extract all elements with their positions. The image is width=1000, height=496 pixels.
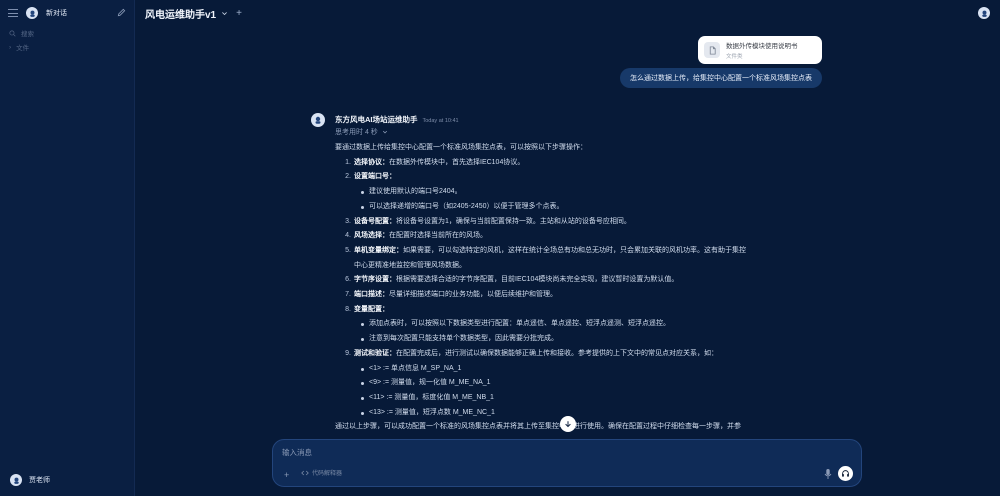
step-title: 风场选择： (354, 232, 389, 240)
new-chat-button[interactable]: 新对话 (46, 8, 109, 18)
step-number: 3. (345, 217, 351, 225)
step-number: 8. (345, 305, 351, 313)
message-timestamp: Today at 10:41 (422, 118, 459, 124)
thinking-toggle[interactable]: 思考用时 4 秒 (335, 127, 388, 137)
code-interpreter-toggle[interactable]: 代码解释器 (301, 468, 342, 477)
user-message: 怎么通过数据上传，给集控中心配置一个标准风场集控点表 (620, 68, 822, 88)
search-icon (9, 29, 16, 37)
step-number: 5. (345, 246, 351, 254)
message-composer: + 代码解释器 (272, 439, 862, 487)
edit-icon[interactable] (117, 8, 126, 19)
answer-intro: 要通过数据上传给集控中心配置一个标准风场集控点表，可以按照以下步骤操作： (335, 144, 587, 151)
step-text: 将设备号设置为1，确保与当前配置保持一致。主站和从站的设备号应相同。 (396, 217, 631, 225)
step-title: 字节序设置： (354, 276, 396, 284)
voice-mode-button[interactable] (838, 466, 853, 481)
step-text: 尽量详细描述端口的业务功能，以便后续维护和管理。 (389, 291, 557, 299)
assistant-name: 东方风电AI场站运维助手 (335, 115, 418, 124)
step-number: 4. (345, 232, 351, 240)
step-item: 1. 选择协议：在数据外传模块中，首先选择IEC104协议。 (335, 156, 825, 171)
step-item: 4. 风场选择：在配置时选择当前所在的风场。 (335, 229, 825, 244)
message-input[interactable] (282, 448, 802, 457)
sidebar-search[interactable]: 搜索 (0, 26, 134, 40)
step-bullet: 可以选择递增的端口号（如2405-2450）以便于管理多个点表。 (335, 200, 825, 215)
add-attachment-button[interactable]: + (284, 470, 289, 480)
step-bullet: 添加点表时，可以按照以下数据类型进行配置：单点遥信、单点遥控、短浮点遥测、短浮点… (335, 317, 825, 332)
steps-list: 1. 选择协议：在数据外传模块中，首先选择IEC104协议。 2. 设置端口号： 建议使… (335, 156, 825, 421)
step-number: 9. (345, 349, 351, 357)
folder-label: 文件 (16, 45, 30, 52)
step-bullet: 注意到每次配置只能支持单个数据类型，因此需要分批完成。 (335, 332, 825, 347)
step-text: 在数据外传模块中，首先选择IEC104协议。 (389, 158, 525, 166)
user-profile[interactable]: 贾老师 (10, 474, 50, 486)
step-bullet: 建议使用默认的端口号2404。 (335, 185, 825, 200)
header-avatar[interactable] (978, 7, 990, 19)
step-text: 根据需要选择合适的字节序配置，目前IEC104模块尚未完全实现，建议暂时设置为默… (396, 276, 679, 284)
step-bullet: <13> := 测量值，短浮点数 M_ME_NC_1 (335, 406, 825, 421)
search-label: 搜索 (21, 31, 34, 38)
code-icon (301, 470, 309, 475)
step-title: 单机变量绑定： (354, 246, 403, 254)
step-bullet: <11> := 测量值，标度化值 M_ME_NB_1 (335, 391, 825, 406)
arrow-down-icon (565, 421, 571, 428)
step-item: 7. 端口描述：尽量详细描述端口的业务功能，以便后续维护和管理。 (335, 288, 825, 303)
add-model-button[interactable]: + (236, 8, 242, 19)
step-title: 设置端口号： (354, 173, 396, 181)
step-item: 5. 单机变量绑定：如果需要，可以勾选特定的风机，这样在统计全场总有功和总无功时，… (335, 244, 825, 259)
user-name: 贾老师 (29, 477, 50, 484)
step-number: 1. (345, 158, 351, 166)
step-bullet: <1> := 单点信息 M_SP_NA_1 (335, 362, 825, 377)
step-title: 设备号配置： (354, 217, 396, 225)
headphones-icon (842, 470, 849, 477)
file-icon (704, 42, 720, 58)
step-item: 2. 设置端口号： (335, 170, 825, 185)
menu-icon[interactable] (8, 9, 18, 17)
file-type: 文件类 (726, 54, 743, 60)
step-item: 9. 测试和验证：在配置完成后，进行测试以确保数据能够正确上传和接收。参考提供的上… (335, 347, 825, 362)
assistant-header: 东方风电AI场站运维助手 Today at 10:41 (335, 114, 459, 125)
step-item: 3. 设备号配置：将设备号设置为1，确保与当前配置保持一致。主站和从站的设备号应相… (335, 215, 825, 230)
step-number: 2. (345, 173, 351, 181)
step-title: 端口描述： (354, 291, 389, 299)
step-bullet: <9> := 测量值，规一化值 M_ME_NA_1 (335, 376, 825, 391)
chevron-down-icon[interactable] (221, 10, 228, 17)
step-text: 在配置完成后，进行测试以确保数据能够正确上传和接收。参考提供的上下文中的常见点对… (396, 349, 718, 357)
step-number: 7. (345, 291, 351, 299)
sidebar-folder[interactable]: › 文件 (0, 40, 134, 54)
file-name: 数据外传模块使用说明书 (726, 43, 798, 50)
scroll-down-button[interactable] (560, 416, 576, 432)
step-title: 选择协议： (354, 158, 389, 166)
sidebar-header: 新对话 (0, 0, 134, 26)
step-number: 6. (345, 276, 351, 284)
answer-conclusion: 通过以上步骤，可以成功配置一个标准的风场集控点表并将其上传至集控中心进行使用。确… (335, 423, 741, 431)
step-text: 如果需要，可以勾选特定的风机，这样在统计全场总有功和总无功时，只会累加关联的风机… (403, 246, 746, 254)
step-item: 8. 变量配置： (335, 303, 825, 318)
logo-icon (26, 7, 38, 19)
code-interpreter-label: 代码解释器 (312, 471, 343, 477)
attached-file-card[interactable]: 数据外传模块使用说明书 文件类 (698, 36, 822, 64)
assistant-avatar (311, 113, 325, 127)
avatar (10, 474, 22, 486)
sidebar: 新对话 搜索 › 文件 贾老师 (0, 0, 135, 496)
chevron-right-icon: › (9, 43, 12, 51)
assistant-message: 要通过数据上传给集控中心配置一个标准风场集控点表，可以按照以下步骤操作： 1. 选… (335, 141, 825, 435)
step-title: 测试和验证： (354, 349, 396, 357)
step-text: 在配置时选择当前所在的风场。 (389, 232, 487, 240)
step-item: 6. 字节序设置：根据需要选择合适的字节序配置，目前IEC104模块尚未完全实现，… (335, 273, 825, 288)
chat-header: 风电运维助手v1 + (135, 0, 1000, 26)
microphone-icon[interactable] (823, 468, 833, 480)
step-text-continued: 中心更精准地监控和管理风场数据。 (354, 261, 466, 269)
step-title: 变量配置： (354, 305, 389, 313)
thinking-label: 思考用时 4 秒 (335, 129, 378, 136)
model-selector[interactable]: 风电运维助手v1 (145, 6, 216, 21)
chevron-down-icon (382, 130, 387, 134)
